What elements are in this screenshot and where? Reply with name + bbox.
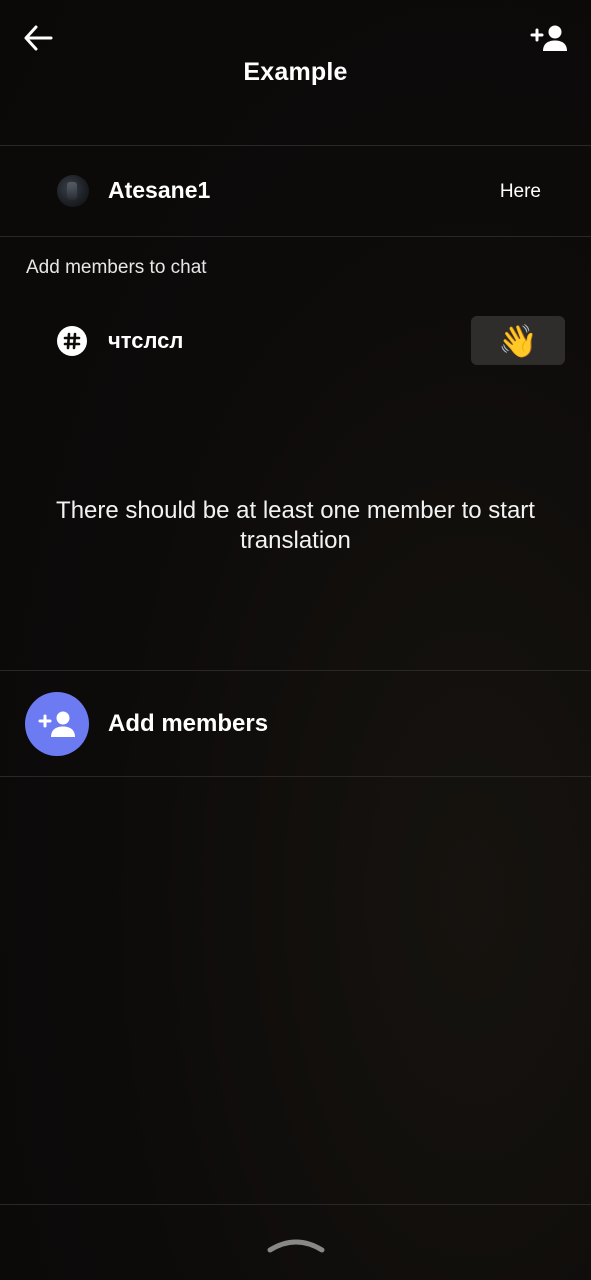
wave-button[interactable]: 👋 — [471, 316, 565, 365]
expand-handle[interactable] — [260, 1230, 332, 1258]
person-add-icon — [530, 25, 567, 51]
bottom-divider — [0, 1204, 591, 1205]
waving-hand-icon: 👋 — [498, 322, 538, 359]
screen: Example Atesane1 Here Add members to cha… — [0, 0, 591, 1280]
add-members-button[interactable]: Add members — [0, 671, 591, 776]
arrow-left-icon — [24, 25, 53, 51]
header: Example — [0, 0, 591, 145]
chevron-up-icon — [267, 1239, 325, 1253]
empty-notice: There should be at least one member to s… — [56, 497, 535, 554]
channel-name: чтслсл — [108, 328, 184, 353]
hash-icon — [57, 326, 87, 356]
back-button[interactable] — [18, 18, 58, 58]
add-user-button[interactable] — [527, 18, 571, 58]
add-members-bottom-divider — [0, 776, 591, 777]
member-name: Atesane1 — [108, 177, 211, 203]
member-status: Here — [499, 181, 541, 202]
section-label: Add members to chat — [26, 257, 207, 278]
member-divider — [0, 236, 591, 237]
add-members-label: Add members — [108, 710, 269, 737]
channel-row[interactable]: чтслсл 👋 — [0, 310, 591, 370]
page-title: Example — [243, 58, 348, 86]
member-row[interactable]: Atesane1 Here — [0, 146, 591, 236]
avatar — [57, 175, 89, 207]
person-add-icon — [38, 711, 75, 737]
add-member-icon-circle — [25, 692, 89, 756]
